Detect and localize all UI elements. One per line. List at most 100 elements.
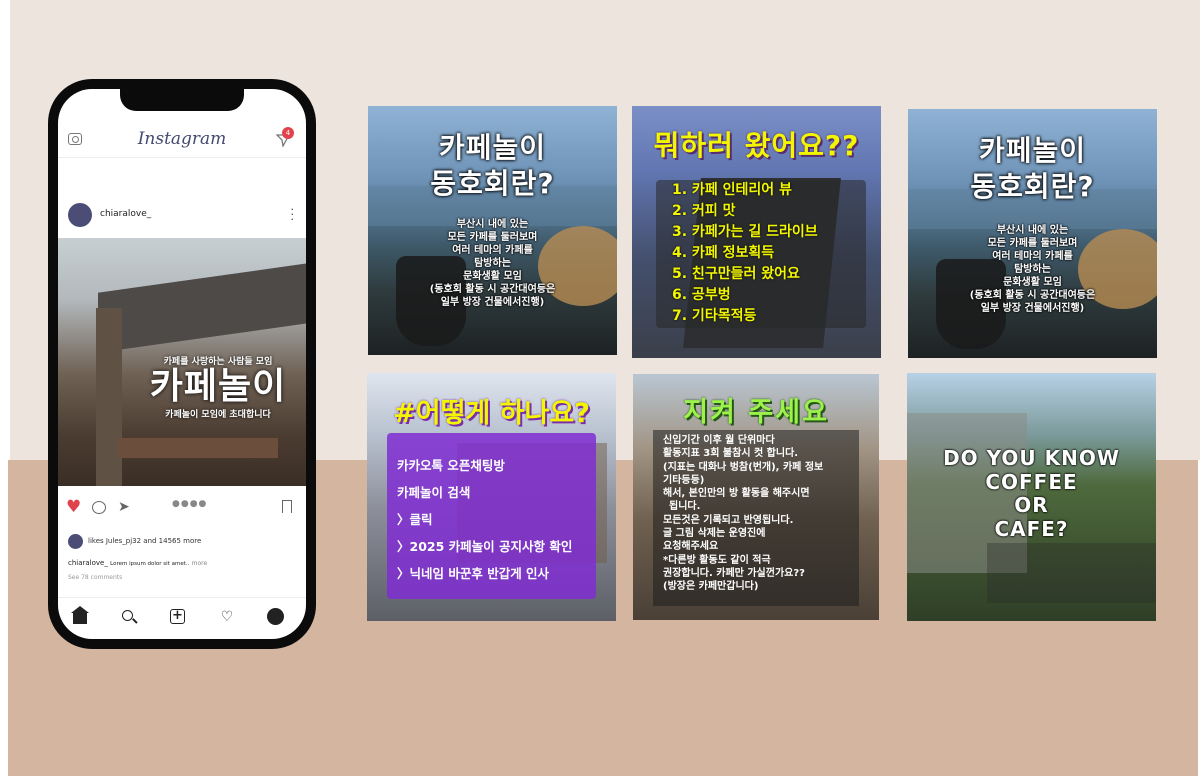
desc-line: 문화생활 모임	[1003, 277, 1062, 288]
profile-icon[interactable]	[267, 608, 285, 626]
desc-line: 문화생활 모임	[463, 271, 522, 282]
list-item: 3. 카페가는 길 드라이브	[672, 224, 818, 240]
post-actions: ♥ ➤ ●●●●	[58, 497, 306, 519]
comment-icon[interactable]	[92, 501, 106, 514]
coffee-line: CAFE?	[994, 516, 1069, 541]
post-image[interactable]: 카페를 사랑하는 사람들 모임 카페놀이 카페놀이 모임에 초대합니다	[58, 238, 306, 486]
roof-shape	[98, 263, 306, 353]
tile-purpose: 뭐하러 왔어요?? 1. 카페 인테리어 뷰 2. 커피 맛 3. 카페가는 길…	[632, 106, 881, 358]
more-options-icon[interactable]: · · ·	[291, 204, 295, 225]
tile-howto: #어떻게 하나요? 카카오톡 오픈채팅방 카페놀이 검색 〉클릭 〉2025 카…	[367, 373, 616, 621]
list-item: 2. 커피 맛	[672, 203, 736, 219]
desc-line: 여러 테마의 카페를	[992, 251, 1073, 262]
post-image-overlay: 카페를 사랑하는 사람들 모임 카페놀이 카페놀이 모임에 초대합니다	[132, 354, 304, 420]
bench-shape	[118, 438, 278, 458]
tile-intro-title: 카페놀이 동호회란?	[908, 133, 1157, 205]
list-item: 〉2025 카페놀이 공지사항 확인	[397, 539, 573, 554]
desc-line: 탐방하는	[474, 258, 511, 269]
list-item: 7. 기타목적등	[672, 308, 757, 324]
post-image-subtitle-bottom: 카페놀이 모임에 초대합니다	[165, 410, 271, 420]
rule-line: (지표는 대화나 벙참(번개), 카페 정보	[663, 461, 824, 473]
tile-howto-title: #어떻게 하나요?	[393, 398, 590, 429]
caption-text: Lorem ipsum dolor sit amet..	[110, 561, 190, 567]
tile-intro-title-line2: 동호회란?	[970, 170, 1095, 203]
tile-howto-steps: 카카오톡 오픈채팅방 카페놀이 검색 〉클릭 〉2025 카페놀이 공지사항 확…	[387, 433, 596, 599]
carousel-pager: ●●●●	[172, 499, 208, 509]
likes-avatar	[68, 534, 83, 549]
rule-line: 해서, 본인만의 방 활동을 해주시면	[663, 488, 810, 500]
tile-intro-title-line2: 동호회란?	[430, 167, 555, 200]
list-item: 카페놀이 검색	[397, 485, 471, 500]
tile-coffee-or-cafe: DO YOU KNOW COFFEE OR CAFE?	[907, 373, 1156, 621]
list-item: 〉닉네임 바꾼후 반갑게 인사	[397, 566, 550, 581]
rule-line: 모든것은 기록되고 반영됩니다.	[663, 514, 794, 526]
coffee-line: OR	[1014, 493, 1049, 517]
rule-line: 신입기간 이후 월 단위마다	[663, 435, 775, 446]
rule-line: 기타등등)	[663, 474, 705, 486]
instagram-logo: Instagram	[137, 129, 227, 149]
rule-line: 글 그림 삭제는 운영진에	[663, 528, 766, 540]
rule-line: (방장은 카페만갑니다)	[663, 581, 759, 593]
tree-shape	[96, 308, 122, 486]
list-item: 1. 카페 인테리어 뷰	[672, 182, 792, 198]
list-item: 4. 카페 정보획득	[672, 245, 775, 261]
rule-line: *다른방 활동도 같이 적극	[663, 554, 771, 566]
desc-line: 여러 테마의 카페를	[452, 245, 533, 256]
view-comments-link[interactable]: See 78 comments	[68, 574, 122, 581]
desc-line: (동호회 활동 시 공간대여등은	[429, 284, 556, 295]
phone-mockup: Instagram 4 chiaralove_ · · · 카페를 사랑하는 사람들…	[48, 79, 316, 649]
phone-notch	[120, 89, 244, 111]
desc-line: 모든 카페를 둘러보며	[447, 232, 538, 243]
tile-rules-text: 신입기간 이후 월 단위마다 활동지표 3회 불참시 컷 합니다. (지표는 대…	[663, 434, 863, 594]
add-post-icon[interactable]: +	[169, 608, 187, 626]
post-caption: chiaralove_ Lorem ipsum dolor sit amet..…	[68, 559, 207, 567]
like-icon[interactable]: ♥	[66, 499, 81, 516]
share-icon[interactable]: ➤	[118, 500, 130, 514]
likes-text[interactable]: likes Jules_pj32 and 14565 more	[88, 537, 201, 545]
avatar[interactable]	[68, 203, 92, 227]
patio-tables-shape	[987, 543, 1156, 603]
desc-line: 탐방하는	[1014, 264, 1051, 275]
home-icon[interactable]	[71, 606, 89, 626]
activity-heart-icon[interactable]: ♡	[218, 608, 236, 626]
coffee-line: COFFEE	[985, 469, 1078, 494]
phone-screen: Instagram 4 chiaralove_ · · · 카페를 사랑하는 사람들…	[58, 89, 306, 639]
tile-intro-title-line1: 카페놀이	[438, 131, 547, 164]
rule-line: 요청해주세요	[663, 541, 719, 553]
desc-line: 일부 방장 건물에서진행)	[440, 297, 545, 308]
list-item: 5. 친구만들러 왔어요	[672, 266, 800, 282]
desc-line: 일부 방장 건물에서진행)	[980, 303, 1085, 314]
search-icon[interactable]	[120, 608, 138, 626]
tile-intro-title-line1: 카페놀이	[978, 134, 1087, 167]
tile-purpose-title: 뭐하러 왔어요??	[653, 129, 860, 162]
tile-intro-1: 카페놀이 동호회란? 부산시 내에 있는 모든 카페를 둘러보며 여러 테마의 …	[368, 106, 617, 355]
tile-intro-description: 부산시 내에 있는 모든 카페를 둘러보며 여러 테마의 카페를 탐방하는 문화…	[908, 224, 1157, 315]
bottom-tab-bar: + ♡	[58, 597, 306, 639]
desc-line: 부산시 내에 있는	[456, 219, 529, 230]
list-item: 6. 공부벙	[672, 287, 731, 303]
list-item: 카카오톡 오픈채팅방	[397, 458, 505, 473]
caption-more-link[interactable]: more	[192, 560, 208, 567]
tile-intro-title: 카페놀이 동호회란?	[368, 130, 617, 202]
list-item: 〉클릭	[397, 512, 433, 527]
tile-intro-2: 카페놀이 동호회란? 부산시 내에 있는 모든 카페를 둘러보며 여러 테마의 …	[908, 109, 1157, 358]
post-image-title: 카페놀이	[149, 366, 287, 407]
notification-badge: 4	[282, 127, 294, 139]
desc-line: (동호회 활동 시 공간대여등은	[969, 290, 1096, 301]
instagram-header: Instagram 4	[58, 123, 306, 158]
tile-rules: 지켜 주세요 신입기간 이후 월 단위마다 활동지표 3회 불참시 컷 합니다.…	[633, 374, 879, 620]
rule-line: 활동지표 3회 불참시 컷 합니다.	[663, 448, 799, 460]
tile-intro-description: 부산시 내에 있는 모든 카페를 둘러보며 여러 테마의 카페를 탐방하는 문화…	[368, 218, 617, 309]
tile-rules-title: 지켜 주세요	[683, 397, 829, 428]
tile-coffee-text: DO YOU KNOW COFFEE OR CAFE?	[907, 446, 1156, 541]
desc-line: 부산시 내에 있는	[996, 225, 1069, 236]
bookmark-icon[interactable]	[282, 500, 292, 513]
post-header: chiaralove_ · · ·	[58, 201, 306, 235]
rule-line: 됩니다.	[669, 501, 701, 513]
rule-line: 권장합니다. 카페만 가실껀가요??	[663, 567, 805, 579]
caption-username[interactable]: chiaralove_	[68, 559, 108, 567]
coffee-line: DO YOU KNOW	[943, 446, 1120, 470]
post-username[interactable]: chiaralove_	[100, 209, 151, 219]
desc-line: 모든 카페를 둘러보며	[987, 238, 1078, 249]
tile-purpose-list: 1. 카페 인테리어 뷰 2. 커피 맛 3. 카페가는 길 드라이브 4. 카…	[656, 180, 866, 328]
